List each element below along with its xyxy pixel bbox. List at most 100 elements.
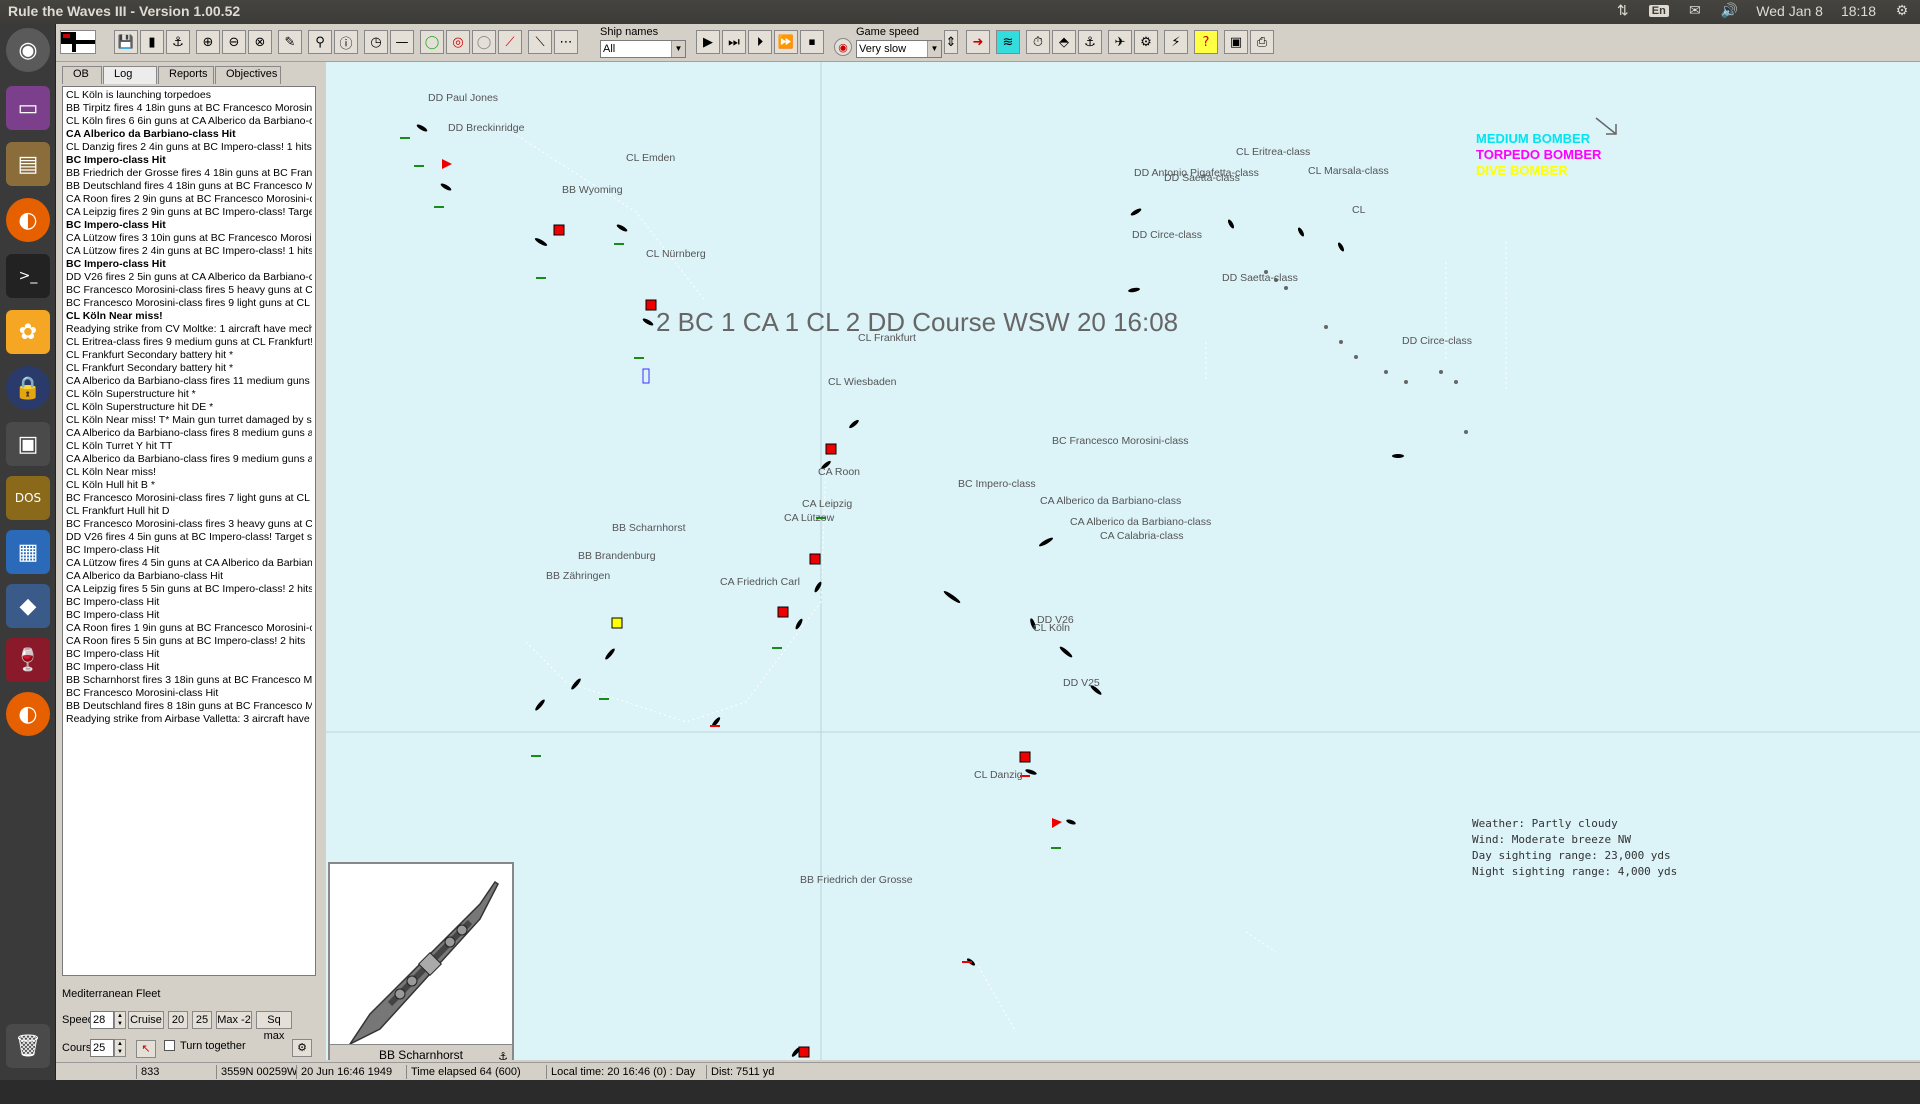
panel-time[interactable]: 18:18 — [1841, 3, 1876, 19]
dash-home-icon[interactable]: ◉ — [6, 28, 50, 72]
ship-label[interactable]: BB Friedrich der Grosse — [800, 874, 913, 886]
writer-icon[interactable]: ▦ — [6, 530, 50, 574]
arrow-right-icon[interactable]: ➜ — [966, 30, 990, 54]
ship-label[interactable]: CL Marsala-class — [1308, 165, 1389, 177]
zoom-fit-icon[interactable]: ⊗ — [248, 30, 272, 54]
speed-stepper-icon[interactable]: ⇕ — [944, 30, 958, 54]
speed-stepper[interactable]: ▲ ▼ — [114, 1011, 126, 1029]
ship-label[interactable]: CA Alberico da Barbiano-class — [1040, 495, 1181, 507]
record-icon[interactable]: ◉ — [834, 38, 852, 56]
tab-log[interactable]: Log — [103, 66, 157, 84]
ship-label[interactable]: CA Leipzig — [802, 498, 852, 510]
ship-label[interactable]: CL Köln — [1033, 622, 1070, 634]
ship-names-select[interactable]: All ▼ — [600, 40, 686, 58]
track-icon[interactable]: ⟍ — [528, 30, 552, 54]
dotted-line-icon[interactable]: ⋯ — [554, 30, 578, 54]
ship-label[interactable]: DD Circe-class — [1402, 335, 1472, 347]
speed-25-button[interactable]: 25 — [192, 1011, 212, 1029]
ship-label[interactable]: CL Emden — [626, 152, 675, 164]
course-input[interactable]: 25 — [90, 1039, 114, 1057]
pause-step-icon[interactable]: ⏵ — [748, 30, 772, 54]
app-store-icon[interactable]: ✿ — [6, 310, 50, 354]
clock-icon[interactable]: ◷ — [364, 30, 388, 54]
firing-line-icon[interactable]: ⟋ — [498, 30, 522, 54]
sighting-circle-icon[interactable]: ◯ — [472, 30, 496, 54]
air-settings-icon[interactable]: ⚙ — [1134, 30, 1158, 54]
ship-label[interactable]: DD Saetta-class — [1222, 272, 1298, 284]
game-speed-select[interactable]: Very slow ▼ — [856, 40, 942, 58]
battle-log[interactable]: CL Köln is launching torpedoes BB Tirpitz… — [62, 86, 316, 976]
lock-target-icon[interactable]: ⚲ — [308, 30, 332, 54]
cruise-button[interactable]: Cruise — [128, 1011, 164, 1029]
ship-label[interactable]: DD Saetta-class — [1164, 172, 1240, 184]
ship-label[interactable]: DD V25 — [1063, 677, 1100, 689]
speed-input[interactable]: 28 — [90, 1011, 114, 1029]
turn-together-checkbox[interactable] — [164, 1040, 175, 1051]
info-icon[interactable]: ⓘ — [334, 30, 358, 54]
anchor-icon[interactable]: ⚓ — [498, 1050, 508, 1060]
ship-label[interactable]: BB Wyoming — [562, 184, 623, 196]
max-minus-2-button[interactable]: Max -2 — [216, 1011, 252, 1029]
sea-view-icon[interactable]: ≋ — [996, 30, 1020, 54]
network-icon[interactable]: ⇅ — [1615, 2, 1631, 19]
aircraft-icon[interactable]: ✈ — [1108, 30, 1132, 54]
ship-label[interactable]: BC Francesco Morosini-class — [1052, 435, 1189, 447]
measure-icon[interactable]: ✎ — [278, 30, 302, 54]
firefox-icon[interactable]: ◐ — [6, 198, 50, 242]
ship-label[interactable]: BC Impero-class — [958, 478, 1036, 490]
settings-icon[interactable]: ⚙ — [292, 1039, 312, 1057]
ship-list-icon[interactable]: ⚓ — [166, 30, 190, 54]
formation-icon[interactable]: ⬘ — [1052, 30, 1076, 54]
tactical-map[interactable]: DD Paul Jones DD Breckinridge BB Wyoming… — [326, 62, 1920, 1060]
fast-forward-icon[interactable]: ⏩ — [774, 30, 798, 54]
save-icon[interactable]: 💾 — [114, 30, 138, 54]
ship-label[interactable]: CL Danzig — [974, 769, 1023, 781]
anchor-icon[interactable]: ⚓ — [1078, 30, 1102, 54]
chevron-down-icon[interactable]: ▼ — [671, 41, 685, 57]
play-icon[interactable]: ▶ — [696, 30, 720, 54]
panel-date[interactable]: Wed Jan 8 — [1756, 3, 1823, 19]
ship-label[interactable]: BB Scharnhorst — [612, 522, 686, 534]
gear-icon[interactable]: ⚙ — [1894, 2, 1910, 19]
cursor-icon[interactable]: ↖ — [136, 1040, 156, 1058]
lock-icon[interactable]: 🔒 — [6, 366, 50, 410]
ship-label[interactable]: DD Breckinridge — [448, 122, 524, 134]
ship-label[interactable]: CL Nürnberg — [646, 248, 706, 260]
line-icon[interactable]: — — [390, 30, 414, 54]
ship-label[interactable]: DD Circe-class — [1132, 229, 1202, 241]
flag-icon[interactable] — [60, 30, 96, 54]
sq-max-button[interactable]: Sq max — [256, 1011, 292, 1042]
screenshot-icon[interactable]: ▣ — [1224, 30, 1248, 54]
course-stepper[interactable]: ▲ ▼ — [114, 1039, 126, 1057]
tab-objectives[interactable]: Objectives — [215, 66, 281, 84]
ship-label[interactable]: CA Lützow — [784, 512, 834, 524]
lightning-icon[interactable]: ⚡ — [1164, 30, 1188, 54]
volume-icon[interactable]: 🔊 — [1721, 2, 1738, 19]
mail-icon[interactable]: ✉ — [1687, 2, 1703, 19]
tab-reports[interactable]: Reports — [158, 66, 214, 84]
zoom-in-icon[interactable]: ⊕ — [196, 30, 220, 54]
stopwatch-icon[interactable]: ⏱ — [1026, 30, 1050, 54]
print-icon[interactable]: ⎙ — [1250, 30, 1274, 54]
terminal-icon[interactable]: >_ — [6, 254, 50, 298]
ship-label[interactable]: BB Brandenburg — [578, 550, 656, 562]
dosbox-icon[interactable]: DOS — [6, 476, 50, 520]
trash-icon[interactable]: 🗑 — [6, 1024, 50, 1068]
files-icon[interactable]: ▭ — [6, 86, 50, 130]
ship-label[interactable]: CL Eritrea-class — [1236, 146, 1310, 158]
ship-label[interactable]: DD Paul Jones — [428, 92, 498, 104]
ship-label[interactable]: CA Alberico da Barbiano-class — [1070, 516, 1211, 528]
window-icon[interactable]: ▣ — [6, 422, 50, 466]
ship-label[interactable]: BB Zähringen — [546, 570, 610, 582]
range-circle-icon[interactable]: ◯ — [420, 30, 444, 54]
wine-icon[interactable]: 🍷 — [6, 638, 50, 682]
stop-icon[interactable]: ⏹ — [800, 30, 824, 54]
ship-label[interactable]: CA Roon — [818, 466, 860, 478]
ship-label[interactable]: CA Calabria-class — [1100, 530, 1183, 542]
tab-ob[interactable]: OB — [62, 66, 102, 84]
speed-20-button[interactable]: 20 — [168, 1011, 188, 1029]
chevron-down-icon[interactable]: ▼ — [927, 41, 941, 57]
target-ring-icon[interactable]: ◎ — [446, 30, 470, 54]
firefox-2-icon[interactable]: ◐ — [6, 692, 50, 736]
report-icon[interactable]: ▮ — [140, 30, 164, 54]
